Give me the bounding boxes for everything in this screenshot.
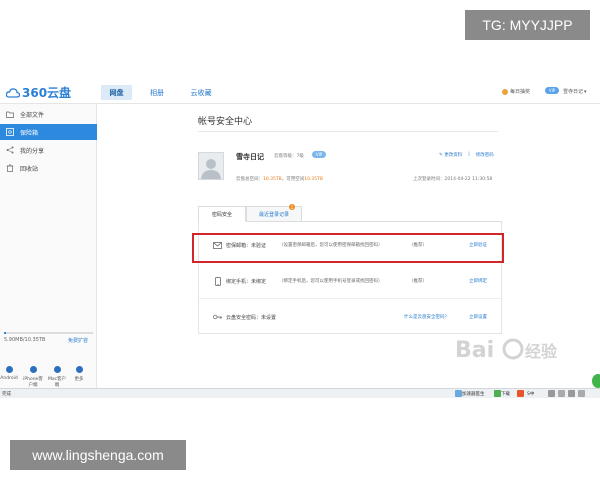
tab-favorites[interactable]: 云收藏 bbox=[183, 85, 219, 100]
title-divider bbox=[198, 131, 498, 132]
watermark-bottom: www.lingshenga.com bbox=[10, 440, 186, 470]
what-is-safe-password-link[interactable]: 什么是云盘安全密码？ bbox=[404, 314, 449, 320]
ime-icon[interactable] bbox=[517, 390, 524, 397]
accelerator-icon bbox=[455, 390, 462, 397]
set-now-link[interactable]: 立即设置 bbox=[469, 314, 487, 320]
tab-recent-logins[interactable]: 最近登录记录 1 bbox=[246, 204, 302, 222]
app-logo[interactable]: 360云盘 bbox=[6, 84, 71, 101]
client-label: Mac客户端 bbox=[47, 377, 67, 388]
more-dots-icon bbox=[75, 366, 83, 373]
user-menu[interactable]: 雪寺日记 ▾ bbox=[563, 88, 587, 96]
notification-badge: 1 bbox=[289, 204, 295, 210]
tray-icon[interactable] bbox=[568, 390, 575, 397]
row-label: 绑定手机：未绑定 bbox=[226, 278, 267, 285]
phone-icon bbox=[213, 276, 222, 286]
sidebar-item-my-share[interactable]: 我的分享 bbox=[0, 142, 97, 158]
gift-icon bbox=[502, 88, 508, 95]
row-safe-password: 云盘安全密码：未设置 什么是云盘安全密码？ 立即设置 bbox=[199, 302, 503, 332]
download-icon bbox=[494, 390, 501, 397]
quota-progress-fill bbox=[4, 332, 6, 334]
vip-badge: VIP bbox=[545, 87, 559, 94]
avatar[interactable] bbox=[198, 152, 224, 180]
chevron-down-icon: ▾ bbox=[584, 88, 587, 95]
quota-progress-bar bbox=[4, 332, 93, 334]
user-name: 雪寺日记 bbox=[236, 153, 264, 161]
iphone-icon bbox=[29, 366, 37, 373]
row-label: 云盘安全密码：未设置 bbox=[226, 314, 277, 321]
share-icon bbox=[6, 146, 14, 154]
profile-links: ✎ 更改资料 | 修改密码 bbox=[439, 152, 494, 158]
tab-password-security[interactable]: 密码安全 bbox=[198, 206, 246, 222]
space-free: 10.35TB bbox=[304, 177, 323, 182]
svg-text:Bai: Bai bbox=[455, 338, 494, 363]
android-icon bbox=[5, 366, 13, 373]
logo-text: 360云盘 bbox=[22, 86, 72, 100]
status-bar: 完成 加速器医生 下载 S中 bbox=[0, 388, 600, 398]
sidebar: 全部文件 保险箱 我的分享 回收站 5.90MB/10.35TB 免费扩容 An… bbox=[0, 104, 97, 398]
sidebar-item-label: 全部文件 bbox=[20, 111, 45, 119]
page-title: 帐号安全中心 bbox=[198, 117, 253, 127]
client-iphone[interactable]: iPhone客户端 bbox=[22, 366, 44, 388]
bind-now-link[interactable]: 立即绑定 bbox=[469, 278, 487, 284]
space-info: 云盘总空间：10.35TB，可用空间10.35TB bbox=[236, 177, 323, 182]
edit-profile-link[interactable]: ✎ 更改资料 bbox=[439, 152, 462, 158]
row-divider bbox=[199, 298, 503, 299]
screenshot-page: TG: MYYJJPP 360云盘 网盘 相册 云收藏 每日抽奖 VIP 雪寺日… bbox=[0, 0, 600, 480]
quota-text: 5.90MB/10.35TB bbox=[4, 337, 46, 343]
svg-text:经验: 经验 bbox=[525, 342, 558, 361]
watermark-top: TG: MYYJJPP bbox=[465, 10, 590, 40]
cloud-logo-icon bbox=[6, 87, 20, 98]
client-label: 更多 bbox=[74, 377, 84, 382]
user-level: 云盘等级：7级 bbox=[274, 154, 304, 159]
trash-icon bbox=[6, 164, 14, 172]
free-expand-link[interactable]: 免费扩容 bbox=[68, 337, 88, 344]
row-recommend: （推荐） bbox=[409, 279, 427, 284]
client-android[interactable]: Android bbox=[0, 366, 18, 381]
tray-icon[interactable] bbox=[548, 390, 555, 397]
sidebar-item-label: 保险箱 bbox=[20, 129, 39, 137]
apple-icon bbox=[53, 366, 61, 373]
vip-badge: VIP bbox=[312, 151, 326, 158]
user-silhouette-icon bbox=[201, 159, 221, 179]
change-password-link[interactable]: 修改密码 bbox=[476, 152, 494, 158]
tray-icon[interactable] bbox=[578, 390, 585, 397]
tab-label: 最近登录记录 bbox=[258, 211, 289, 218]
security-tabs: 密码安全 最近登录记录 1 bbox=[198, 204, 502, 222]
client-more[interactable]: 更多 bbox=[70, 366, 88, 382]
sidebar-item-label: 我的分享 bbox=[20, 147, 45, 155]
client-label: iPhone客户端 bbox=[23, 377, 43, 388]
tab-netdisk[interactable]: 网盘 bbox=[101, 85, 132, 100]
client-mac[interactable]: Mac客户端 bbox=[46, 366, 68, 388]
floating-green-button[interactable] bbox=[592, 374, 600, 388]
user-menu-label: 雪寺日记 bbox=[563, 89, 584, 95]
tray-icon[interactable] bbox=[558, 390, 565, 397]
pencil-icon: ✎ bbox=[439, 153, 443, 158]
space-total: 10.35TB bbox=[263, 177, 282, 182]
last-login-time: 上次登录时间：2014-04-22 11:30:58 bbox=[413, 177, 493, 182]
baidu-logo-watermark: Bai 经验 bbox=[455, 335, 565, 368]
safe-icon bbox=[6, 128, 14, 136]
top-nav: 360云盘 网盘 相册 云收藏 每日抽奖 VIP 雪寺日记 ▾ bbox=[0, 80, 600, 104]
row-bind-phone: 绑定手机：未绑定 （绑定手机后，您可以使用手机号登录或找回密码） （推荐） 立即… bbox=[199, 266, 503, 296]
download-label[interactable]: 下载 bbox=[501, 391, 510, 397]
tab-album[interactable]: 相册 bbox=[144, 85, 170, 100]
sidebar-item-all-files[interactable]: 全部文件 bbox=[0, 106, 97, 122]
row-description: （绑定手机后，您可以使用手机号登录或找回密码） bbox=[279, 279, 383, 284]
ime-label: S中 bbox=[527, 391, 535, 397]
sidebar-item-safe[interactable]: 保险箱 bbox=[0, 124, 97, 140]
daily-lottery-link[interactable]: 每日抽奖 bbox=[502, 88, 530, 95]
daily-lottery-label: 每日抽奖 bbox=[510, 89, 531, 95]
status-text: 完成 bbox=[2, 391, 11, 397]
sidebar-item-recycle-bin[interactable]: 回收站 bbox=[0, 160, 97, 176]
folder-icon bbox=[6, 110, 14, 118]
accelerator-label[interactable]: 加速器医生 bbox=[462, 391, 485, 397]
annotation-highlight-box bbox=[192, 233, 504, 263]
separator: | bbox=[468, 152, 470, 157]
sidebar-item-label: 回收站 bbox=[20, 165, 39, 173]
key-icon bbox=[213, 313, 222, 322]
client-label: Android bbox=[0, 376, 18, 381]
